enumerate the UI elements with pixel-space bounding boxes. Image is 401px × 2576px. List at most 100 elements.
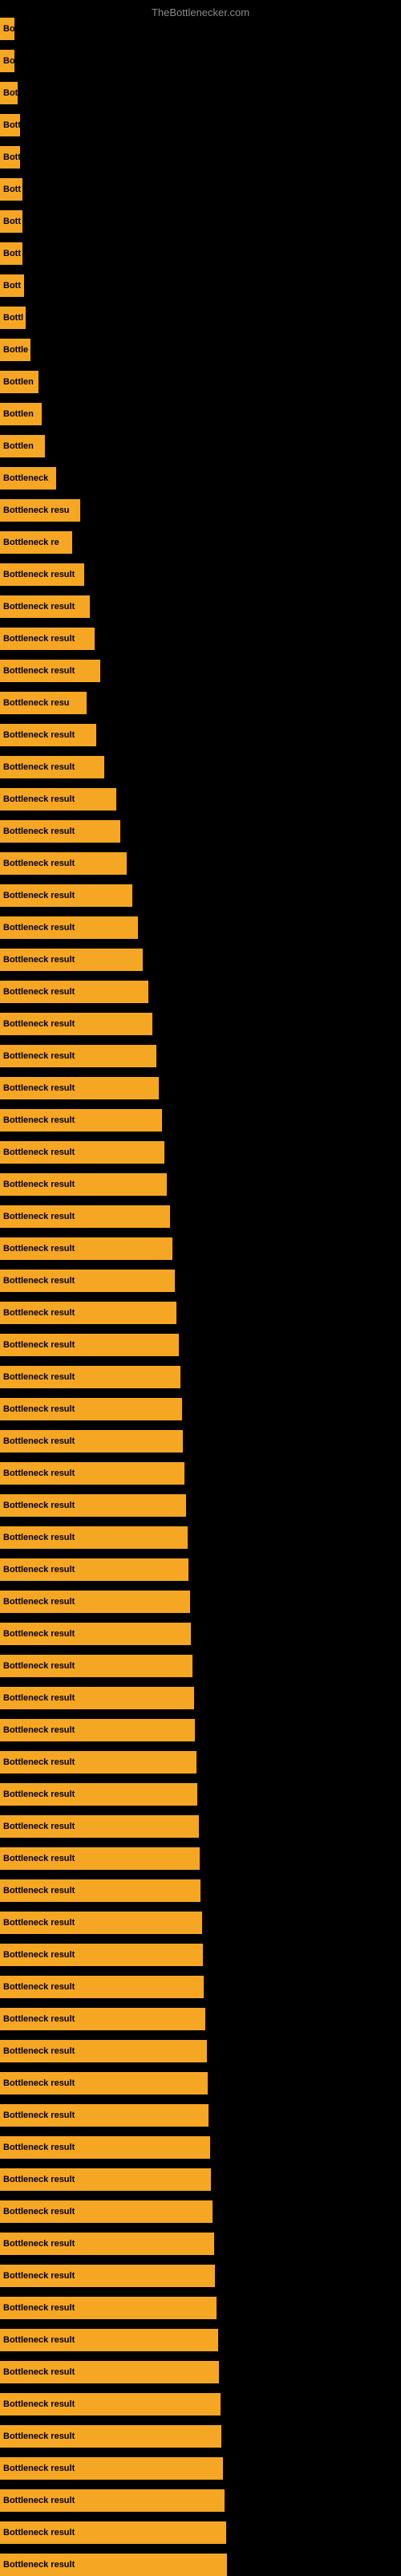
bottleneck-result-bar: Bottlen <box>0 371 38 393</box>
bar-row: Bottleneck result <box>0 1623 191 1645</box>
bar-row: Bottleneck result <box>0 1141 164 1164</box>
bottleneck-result-bar: Bottleneck result <box>0 1334 179 1356</box>
bar-row: Bott <box>0 242 22 265</box>
bottleneck-result-bar: Bottle <box>0 339 30 361</box>
bottleneck-result-bar: Bottleneck result <box>0 2521 226 2544</box>
bottleneck-result-bar: Bottleneck result <box>0 2425 221 2448</box>
bar-row: Bottleneck result <box>0 1430 183 1453</box>
bottleneck-result-bar: Bottleneck result <box>0 1430 183 1453</box>
bar-row: Bottleneck result <box>0 2136 210 2159</box>
bottleneck-result-bar: Bottleneck result <box>0 916 138 939</box>
bottleneck-result-bar: Bott <box>0 114 20 136</box>
bottleneck-result-bar: Bott <box>0 82 18 104</box>
bottleneck-result-bar: Bottleneck result <box>0 981 148 1003</box>
bottleneck-result-bar: Bottleneck result <box>0 1045 156 1067</box>
bottleneck-result-bar: Bottleneck result <box>0 1912 202 1934</box>
bottleneck-result-bar: Bottleneck result <box>0 1302 176 1324</box>
bar-row: Bottlen <box>0 403 42 425</box>
bottleneck-result-bar: Bott <box>0 146 20 169</box>
bottleneck-result-bar: Bottleneck result <box>0 1237 172 1260</box>
bottleneck-result-bar: Bottleneck result <box>0 1205 170 1228</box>
bar-row: Bottleneck result <box>0 1109 162 1132</box>
bottleneck-result-bar: Bottleneck result <box>0 1462 184 1485</box>
bottleneck-result-bar: Bottleneck result <box>0 2104 209 2127</box>
bar-row: Bott <box>0 114 20 136</box>
bar-row: Bottleneck result <box>0 1334 179 1356</box>
bar-row: Bottleneck result <box>0 981 148 1003</box>
bar-row: Bottleneck result <box>0 1366 180 1388</box>
bottleneck-result-bar: Bott <box>0 178 22 201</box>
bottleneck-result-bar: Bottleneck result <box>0 2489 225 2512</box>
bottleneck-result-bar: Bottleneck result <box>0 2072 208 2095</box>
bar-row: Bottlen <box>0 371 38 393</box>
bottleneck-result-bar: Bottleneck result <box>0 1366 180 1388</box>
bottleneck-result-bar: Bott <box>0 210 22 233</box>
bar-row: Bottleneck result <box>0 1751 196 1774</box>
bar-row: Bottleneck result <box>0 916 138 939</box>
bar-row: Bottleneck result <box>0 595 90 618</box>
bottleneck-result-bar: Bottleneck result <box>0 1783 197 1806</box>
bar-row: Bottleneck result <box>0 2040 207 2062</box>
bottleneck-result-bar: Bottleneck result <box>0 595 90 618</box>
bottleneck-result-bar: Bottleneck resu <box>0 499 80 522</box>
bottleneck-result-bar: Bottl <box>0 307 26 329</box>
bottleneck-result-bar: Bo <box>0 18 14 40</box>
bottleneck-result-bar: Bottleneck result <box>0 2136 210 2159</box>
bottleneck-result-bar: Bottleneck result <box>0 1719 195 1741</box>
bottleneck-result-bar: Bottlen <box>0 403 42 425</box>
bottleneck-result-bar: Bottleneck result <box>0 2200 213 2223</box>
bar-row: Bottle <box>0 339 30 361</box>
bar-row: Bottleneck result <box>0 2168 211 2191</box>
bar-row: Bottleneck result <box>0 2008 205 2030</box>
bottleneck-result-bar: Bottleneck result <box>0 1494 186 1517</box>
bottleneck-result-bar: Bottleneck result <box>0 1526 188 1549</box>
bottleneck-result-bar: Bottleneck result <box>0 1623 191 1645</box>
bottleneck-result-bar: Bottleneck result <box>0 563 84 586</box>
bottleneck-result-bar: Bottleneck result <box>0 660 100 682</box>
bar-row: Bottleneck result <box>0 756 104 778</box>
bar-row: Bottleneck result <box>0 1013 152 1035</box>
bar-row: Bottleneck result <box>0 1045 156 1067</box>
bar-row: Bottleneck result <box>0 2265 215 2287</box>
bar-row: Bottleneck result <box>0 2489 225 2512</box>
bar-row: Bottleneck result <box>0 852 127 875</box>
bottleneck-result-bar: Bottleneck result <box>0 2008 205 2030</box>
bottleneck-result-bar: Bottleneck re <box>0 531 72 554</box>
bar-row: Bottleneck result <box>0 949 143 971</box>
bottleneck-result-bar: Bottleneck result <box>0 2040 207 2062</box>
site-title: TheBottlenecker.com <box>0 0 401 22</box>
bar-row: Bottleneck result <box>0 1815 199 1838</box>
bar-row: Bottleneck result <box>0 1077 159 1099</box>
bottleneck-result-bar: Bott <box>0 274 24 297</box>
bottleneck-result-bar: Bottleneck result <box>0 1879 200 1902</box>
bar-row: Bottleneck result <box>0 1398 182 1420</box>
bar-row: Bottleneck result <box>0 1270 175 1292</box>
bottleneck-result-bar: Bottleneck result <box>0 1270 175 1292</box>
bottleneck-result-bar: Bott <box>0 242 22 265</box>
bar-row: Bottleneck result <box>0 2072 208 2095</box>
bar-row: Bo <box>0 18 14 40</box>
bottleneck-result-bar: Bottleneck result <box>0 852 127 875</box>
bar-row: Bottleneck result <box>0 563 84 586</box>
bar-row: Bottleneck result <box>0 2521 226 2544</box>
bar-row: Bottleneck result <box>0 2297 217 2319</box>
bar-row: Bott <box>0 146 20 169</box>
bar-row: Bottleneck result <box>0 628 95 650</box>
bar-row: Bottleneck result <box>0 820 120 843</box>
bar-row: Bottleneck result <box>0 1687 194 1709</box>
bottleneck-result-bar: Bottleneck result <box>0 724 96 746</box>
bottleneck-result-bar: Bottleneck result <box>0 1815 199 1838</box>
bar-row: Bottl <box>0 307 26 329</box>
bottleneck-result-bar: Bottleneck result <box>0 1173 167 1196</box>
bottleneck-result-bar: Bottleneck result <box>0 884 132 907</box>
bottleneck-result-bar: Bottleneck result <box>0 1013 152 1035</box>
bar-row: Bo <box>0 50 14 72</box>
bottleneck-result-bar: Bottleneck result <box>0 628 95 650</box>
bar-row: Bottlen <box>0 435 45 457</box>
bottleneck-result-bar: Bottleneck result <box>0 1751 196 1774</box>
bar-row: Bottleneck result <box>0 2425 221 2448</box>
bottleneck-result-bar: Bottleneck result <box>0 1398 182 1420</box>
bar-row: Bottleneck result <box>0 1558 188 1581</box>
bottleneck-result-bar: Bottleneck result <box>0 756 104 778</box>
bottleneck-result-bar: Bottleneck result <box>0 2297 217 2319</box>
